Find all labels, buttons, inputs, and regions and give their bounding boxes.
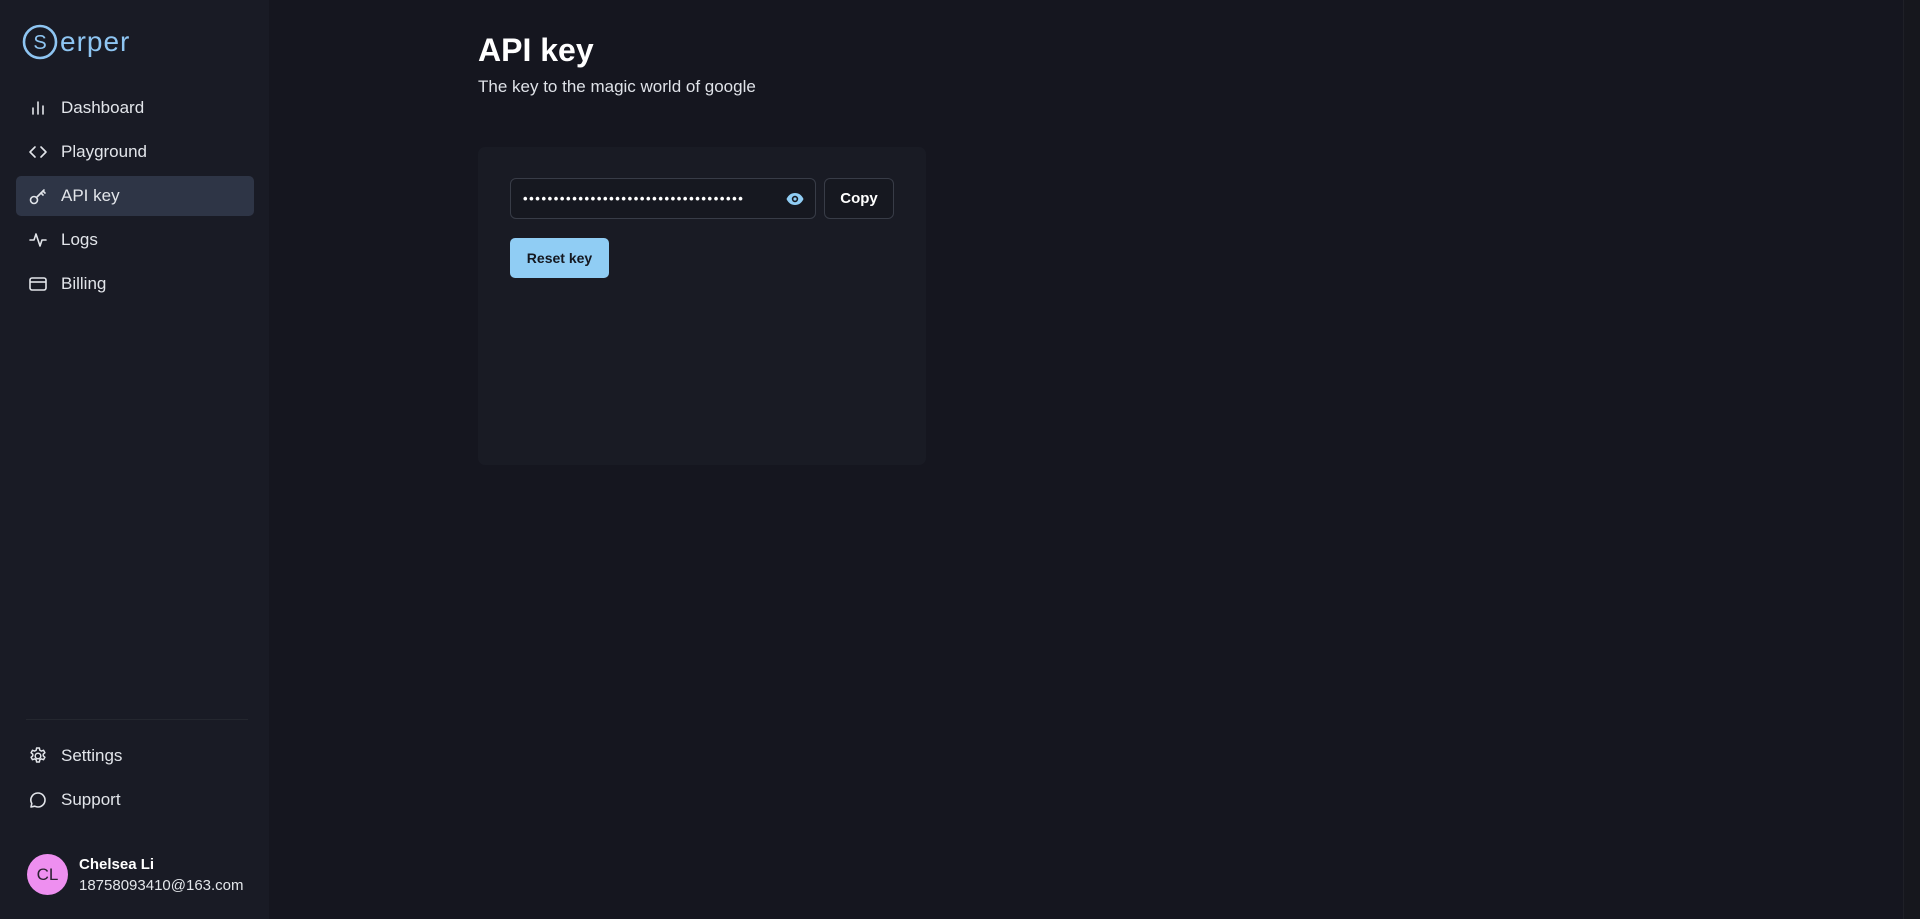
- sidebar-item-label: Playground: [61, 142, 148, 161]
- app: S erper Dashboard Playground API key Log…: [0, 0, 1920, 919]
- eye-icon[interactable]: [785, 189, 805, 209]
- sidebar-item-api-key[interactable]: API key: [16, 176, 254, 216]
- key-icon: [29, 189, 46, 205]
- sidebar: S erper Dashboard Playground API key Log…: [0, 0, 269, 919]
- code-icon: [29, 146, 47, 158]
- activity-icon: [29, 233, 47, 247]
- sidebar-item-label: Logs: [61, 230, 98, 249]
- sidebar-item-dashboard[interactable]: Dashboard: [16, 88, 254, 128]
- api-key-field[interactable]: ••••••••••••••••••••••••••••••••••••: [510, 178, 816, 219]
- chat-bubble-icon: [30, 792, 46, 808]
- credit-card-icon: [29, 277, 47, 291]
- sidebar-bottom-nav: Settings Support: [16, 736, 254, 824]
- sidebar-item-playground[interactable]: Playground: [16, 132, 254, 172]
- api-key-card: •••••••••••••••••••••••••••••••••••• Cop…: [478, 147, 926, 465]
- copy-button[interactable]: Copy: [824, 178, 894, 219]
- sidebar-item-settings[interactable]: Settings: [16, 736, 254, 776]
- sidebar-item-support[interactable]: Support: [16, 780, 254, 820]
- sidebar-item-logs[interactable]: Logs: [16, 220, 254, 260]
- sidebar-item-label: Settings: [61, 746, 123, 765]
- sidebar-item-label: Dashboard: [61, 98, 145, 117]
- sidebar-nav: Dashboard Playground API key Logs Billin…: [16, 88, 254, 308]
- svg-text:S: S: [33, 32, 46, 54]
- user-name: Chelsea Li: [79, 855, 155, 873]
- user-info: Chelsea Li 18758093410@163.com: [79, 856, 244, 894]
- sidebar-item-label: Billing: [61, 274, 107, 293]
- sidebar-divider: [26, 719, 248, 720]
- logo-text: erper: [60, 26, 131, 57]
- sidebar-item-billing[interactable]: Billing: [16, 264, 254, 304]
- page-title: API key: [478, 32, 594, 68]
- page-subtitle: The key to the magic world of google: [478, 77, 756, 96]
- api-key-masked-value: ••••••••••••••••••••••••••••••••••••: [523, 191, 745, 206]
- bar-chart-icon: [32, 101, 44, 115]
- avatar: CL: [27, 854, 68, 895]
- serper-logo[interactable]: S erper: [22, 22, 130, 62]
- vertical-scrollbar[interactable]: [1903, 0, 1920, 919]
- logo-s-icon: S: [22, 24, 58, 60]
- user-profile[interactable]: CL Chelsea Li 18758093410@163.com: [27, 854, 244, 895]
- user-email: 18758093410@163.com: [79, 876, 244, 894]
- reset-key-button[interactable]: Reset key: [510, 238, 609, 278]
- sidebar-item-label: API key: [61, 186, 120, 205]
- sidebar-item-label: Support: [61, 790, 121, 809]
- gear-icon: [30, 747, 46, 763]
